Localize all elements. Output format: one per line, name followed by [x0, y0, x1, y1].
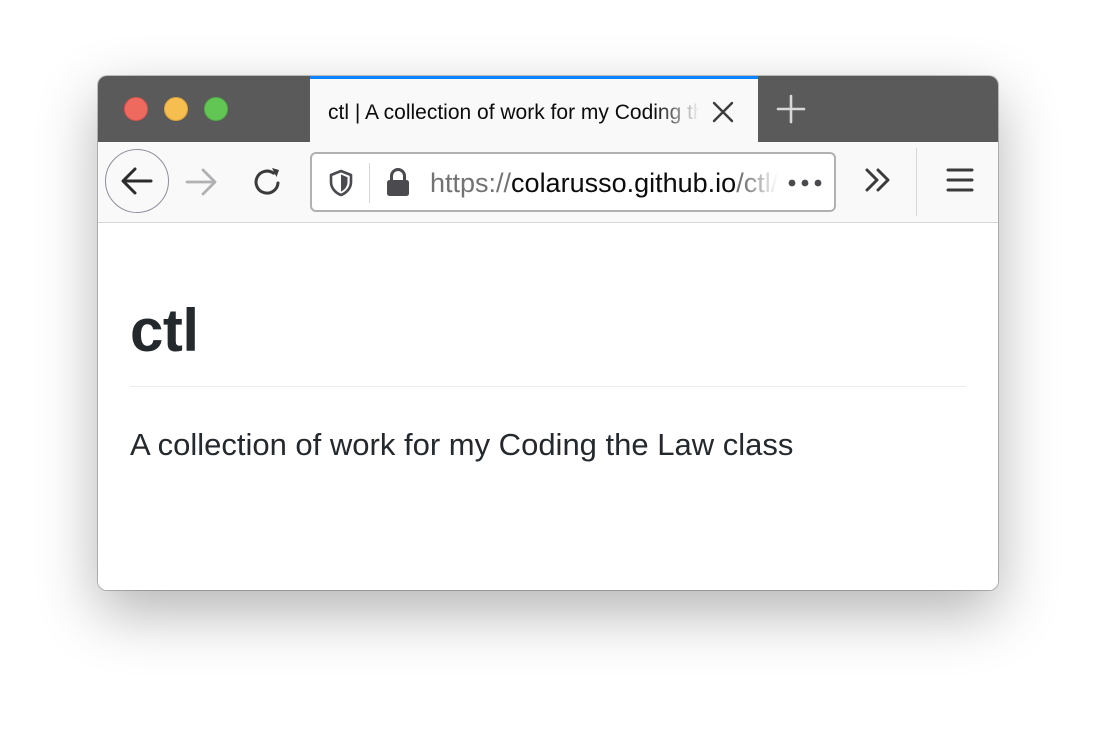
tracking-protection-button[interactable] — [327, 169, 355, 197]
site-identity-button[interactable] — [384, 167, 412, 197]
close-icon — [712, 101, 734, 123]
back-button[interactable] — [105, 149, 169, 213]
new-tab-button[interactable] — [775, 93, 807, 125]
window-minimize-button[interactable] — [164, 97, 188, 121]
page-description: A collection of work for my Coding the L… — [130, 427, 794, 462]
hamburger-menu-icon — [946, 168, 974, 192]
title-divider — [130, 386, 966, 387]
url-scheme: https:// — [430, 168, 512, 198]
url-host: colarusso.github.io — [511, 168, 737, 198]
shield-icon — [329, 169, 353, 197]
forward-button[interactable] — [182, 162, 222, 202]
address-bar-divider — [369, 163, 370, 203]
toolbar-divider — [916, 148, 917, 216]
forward-arrow-icon — [185, 168, 217, 196]
page-content: ctl A collection of work for my Coding t… — [98, 223, 998, 590]
page-actions-button[interactable] — [786, 170, 824, 196]
window-close-button[interactable] — [124, 97, 148, 121]
reload-button[interactable] — [248, 162, 288, 202]
browser-window: ctl | A collection of work for my Coding… — [98, 76, 998, 590]
back-arrow-icon — [121, 167, 153, 195]
window-maximize-button[interactable] — [204, 97, 228, 121]
address-bar[interactable]: https://colarusso.github.io/ctl/ — [310, 152, 836, 212]
plus-icon — [776, 94, 806, 124]
active-tab[interactable]: ctl | A collection of work for my Coding… — [310, 76, 758, 142]
reload-icon — [254, 168, 280, 195]
more-dots-icon — [788, 179, 822, 187]
app-menu-button[interactable] — [940, 160, 980, 200]
toolbar-overflow-button[interactable] — [858, 160, 898, 200]
page-title: ctl — [130, 297, 199, 364]
tab-strip: ctl | A collection of work for my Coding… — [98, 76, 998, 142]
url-path: /ctl/ — [736, 168, 778, 198]
tab-title: ctl | A collection of work for my Coding… — [328, 101, 700, 124]
overflow-chevrons-icon — [865, 168, 890, 192]
url-text[interactable]: https://colarusso.github.io/ctl/ — [430, 166, 778, 200]
navigation-toolbar: https://colarusso.github.io/ctl/ — [98, 142, 998, 223]
desktop-background: ctl | A collection of work for my Coding… — [0, 0, 1120, 732]
lock-icon — [387, 168, 409, 196]
tab-close-button[interactable] — [710, 99, 736, 125]
